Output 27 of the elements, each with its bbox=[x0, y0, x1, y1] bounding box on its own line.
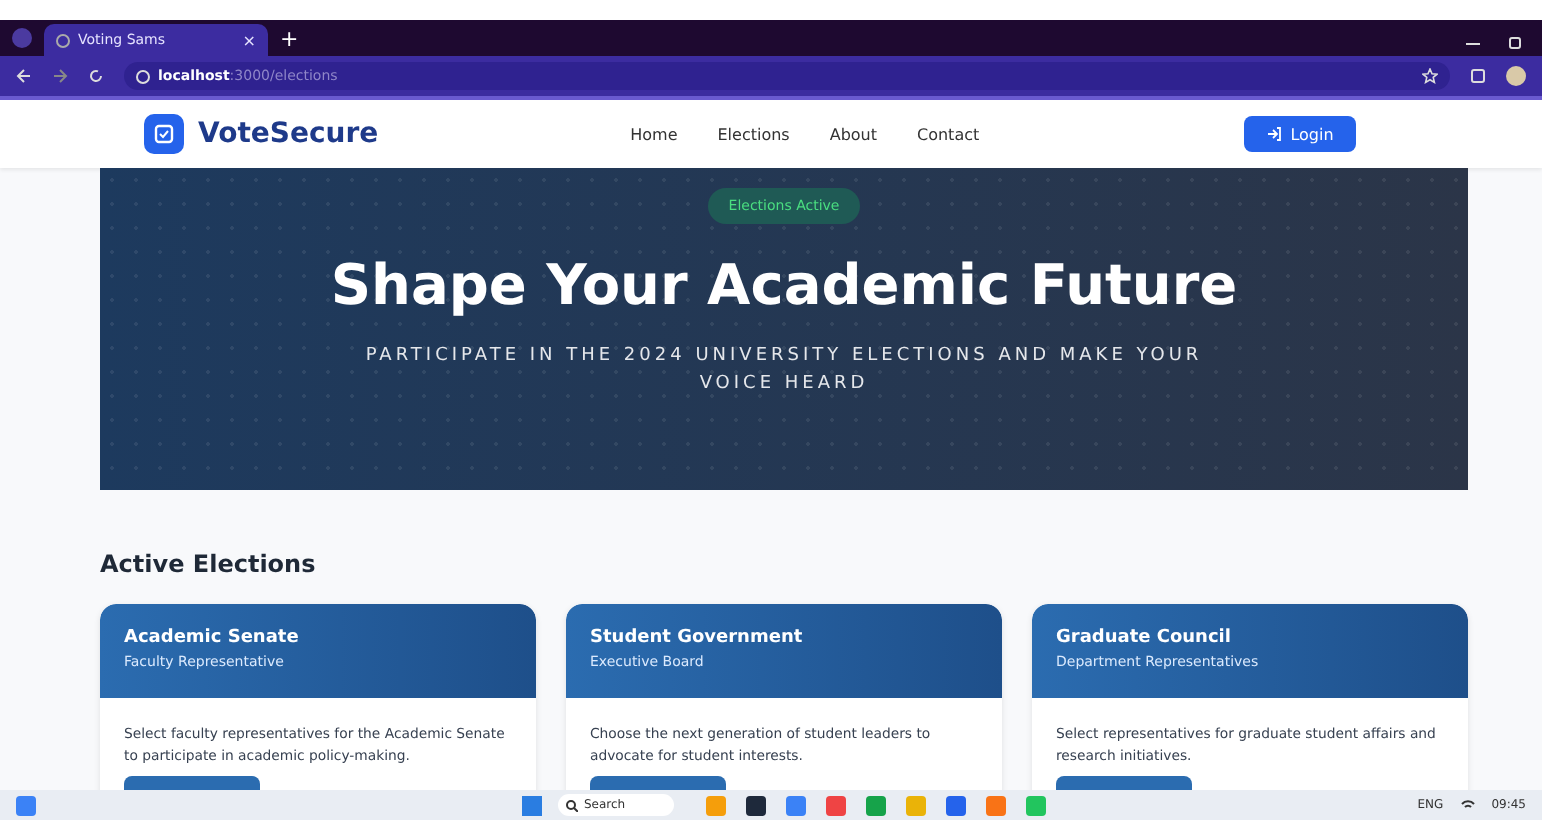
nav-link[interactable]: Contact bbox=[917, 125, 980, 143]
nav-link[interactable]: Elections bbox=[717, 125, 790, 143]
nav-link[interactable]: About bbox=[829, 125, 877, 143]
hero-subtitle: PARTICIPATE IN THE 2024 UNIVERSITY ELECTIONS AND MAKE YOUR VOICE HEARD bbox=[363, 344, 1205, 398]
maximize-icon[interactable] bbox=[1508, 36, 1522, 50]
extensions-icon[interactable] bbox=[1470, 68, 1486, 84]
brand-name: VoteSecure bbox=[198, 118, 379, 150]
profile-avatar-icon[interactable] bbox=[1506, 66, 1526, 86]
logo-icon bbox=[144, 114, 184, 154]
forward-icon[interactable] bbox=[52, 68, 68, 84]
nav-link[interactable]: Home bbox=[630, 125, 678, 143]
section-title: Active Elections bbox=[100, 550, 318, 582]
close-tab-button[interactable]: × bbox=[242, 31, 256, 49]
election-title: Graduate Council bbox=[1056, 628, 1233, 648]
star-icon[interactable] bbox=[1422, 68, 1438, 84]
election-title: Academic Senate bbox=[124, 628, 301, 648]
search-icon bbox=[566, 799, 578, 811]
back-icon[interactable] bbox=[16, 68, 32, 84]
hero-title: Shape Your Academic Future bbox=[330, 252, 1238, 318]
login-icon bbox=[1266, 126, 1283, 142]
widgets-icon[interactable] bbox=[16, 795, 36, 815]
wifi-icon[interactable] bbox=[1459, 798, 1476, 812]
reload-icon[interactable] bbox=[88, 68, 104, 84]
login-button[interactable]: Login bbox=[1244, 116, 1356, 152]
new-tab-button[interactable]: + bbox=[280, 26, 299, 52]
start-icon[interactable] bbox=[522, 795, 542, 815]
election-title: Student Government bbox=[590, 628, 805, 648]
